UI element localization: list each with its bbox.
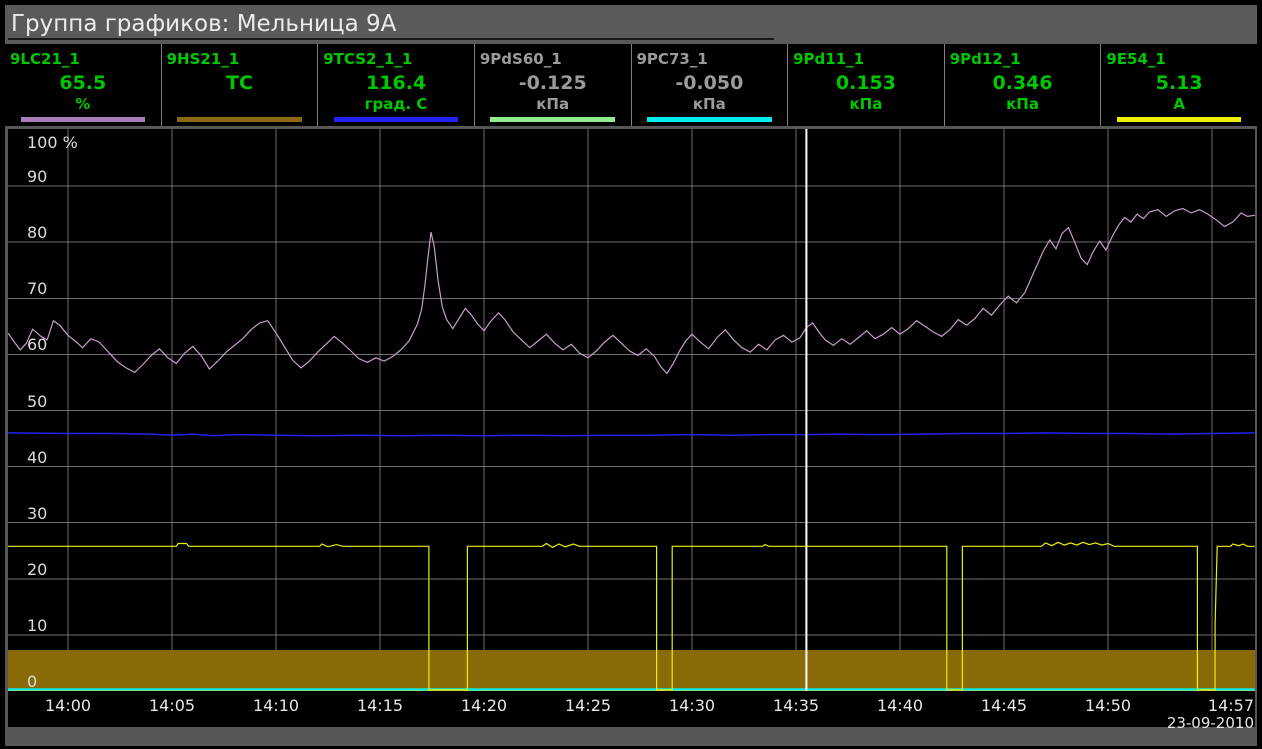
channel-color-bar xyxy=(21,117,146,122)
x-axis-end-time-label: 14:57 xyxy=(1208,696,1254,715)
x-axis-tick-label: 14:20 xyxy=(461,696,507,715)
channel-tile-9pc73-1[interactable]: 9PC73_1 -0.050 кПа xyxy=(631,44,788,126)
channel-value: -0.050 xyxy=(632,72,788,94)
channel-tile-9e54-1[interactable]: 9E54_1 5.13 A xyxy=(1100,44,1257,126)
channel-color-bar xyxy=(334,117,459,122)
channel-unit: кПа xyxy=(788,95,944,113)
channel-tile-9tcs2-1-1[interactable]: 9TCS2_1_1 116.4 град. C xyxy=(317,44,474,126)
chart-frame: 100 % 90 80 70 60 50 40 30 20 10 0 14:00 14:05 14:10… xyxy=(5,126,1257,746)
x-axis-tick-label: 14:05 xyxy=(149,696,195,715)
y-axis-tick-label: 70 xyxy=(27,279,47,298)
series-line-9LC21_1 xyxy=(8,209,1255,374)
channel-tile-9pd11-1[interactable]: 9Pd11_1 0.153 кПа xyxy=(787,44,944,126)
y-axis-tick-label: 100 % xyxy=(27,133,78,152)
channel-value: 65.5 xyxy=(5,72,161,94)
x-axis-tick-label: 14:25 xyxy=(565,696,611,715)
channel-tag: 9TCS2_1_1 xyxy=(323,50,474,68)
channel-value: -0.125 xyxy=(475,72,631,94)
y-axis-tick-label: 20 xyxy=(27,560,47,579)
page-title: Группа графиков: Мельница 9А xyxy=(5,5,1257,37)
channel-tile-9hs21-1[interactable]: 9HS21_1 ТС xyxy=(161,44,318,126)
channel-value: 0.153 xyxy=(788,72,944,94)
channel-color-bar xyxy=(177,117,302,122)
channel-unit: кПа xyxy=(632,95,788,113)
date-label: 23-09-2010 xyxy=(1167,714,1254,732)
x-axis-tick-label: 14:00 xyxy=(45,696,91,715)
channel-tag: 9HS21_1 xyxy=(167,50,318,68)
y-axis-tick-label: 90 xyxy=(27,167,47,186)
x-axis-tick-label: 14:35 xyxy=(773,696,819,715)
channel-tag: 9LC21_1 xyxy=(10,50,161,68)
y-axis-tick-label: 50 xyxy=(27,392,47,411)
channel-tile-9pds60-1[interactable]: 9PdS60_1 -0.125 кПа xyxy=(474,44,631,126)
channel-value: ТС xyxy=(162,72,318,94)
y-axis-tick-label: 30 xyxy=(27,504,47,523)
x-axis-tick-label: 14:40 xyxy=(877,696,923,715)
channel-tag: 9Pd11_1 xyxy=(793,50,944,68)
x-axis-tick-label: 14:30 xyxy=(669,696,715,715)
channel-tag: 9PdS60_1 xyxy=(480,50,631,68)
x-axis-tick-label: 14:10 xyxy=(253,696,299,715)
trend-plot-area[interactable]: 100 % 90 80 70 60 50 40 30 20 10 0 14:00 14:05 14:10… xyxy=(8,129,1255,727)
y-axis-tick-label: 10 xyxy=(27,616,47,635)
trend-chart[interactable] xyxy=(8,129,1255,691)
channel-unit xyxy=(162,95,318,113)
x-axis-tick-label: 14:50 xyxy=(1085,696,1131,715)
y-axis-tick-label: 80 xyxy=(27,223,47,242)
series-line-9TCS2_1_1 xyxy=(8,433,1255,436)
channel-value: 5.13 xyxy=(1101,72,1257,94)
trend-group-window: Группа графиков: Мельница 9А 9LC21_1 65.… xyxy=(0,0,1262,749)
y-axis-tick-label: 0 xyxy=(27,672,37,691)
channel-value: 116.4 xyxy=(318,72,474,94)
channel-tag: 9PC73_1 xyxy=(637,50,788,68)
x-axis-tick-label: 14:45 xyxy=(981,696,1027,715)
y-axis-tick-label: 60 xyxy=(27,335,47,354)
channel-tiles-row: 9LC21_1 65.5 % 9HS21_1 ТС 9TCS2_1_1 116.… xyxy=(5,44,1257,126)
channel-unit: % xyxy=(5,95,161,113)
channel-color-bar xyxy=(647,117,772,122)
channel-value: 0.346 xyxy=(945,72,1101,94)
channel-color-bar xyxy=(1117,117,1242,122)
window-titlebar: Группа графиков: Мельница 9А xyxy=(5,5,1257,44)
channel-color-bar xyxy=(490,117,615,122)
title-underline xyxy=(8,38,774,40)
channel-unit: A xyxy=(1101,95,1257,113)
channel-unit: кПа xyxy=(475,95,631,113)
series-band-9HS21_1 xyxy=(8,650,1255,691)
channel-tag: 9Pd12_1 xyxy=(950,50,1101,68)
channel-unit: кПа xyxy=(945,95,1101,113)
channel-tile-9pd12-1[interactable]: 9Pd12_1 0.346 кПа xyxy=(944,44,1101,126)
channel-tag: 9E54_1 xyxy=(1106,50,1257,68)
channel-unit: град. C xyxy=(318,95,474,113)
y-axis-tick-label: 40 xyxy=(27,448,47,467)
x-axis-tick-label: 14:15 xyxy=(357,696,403,715)
channel-tile-9lc21-1[interactable]: 9LC21_1 65.5 % xyxy=(5,44,161,126)
